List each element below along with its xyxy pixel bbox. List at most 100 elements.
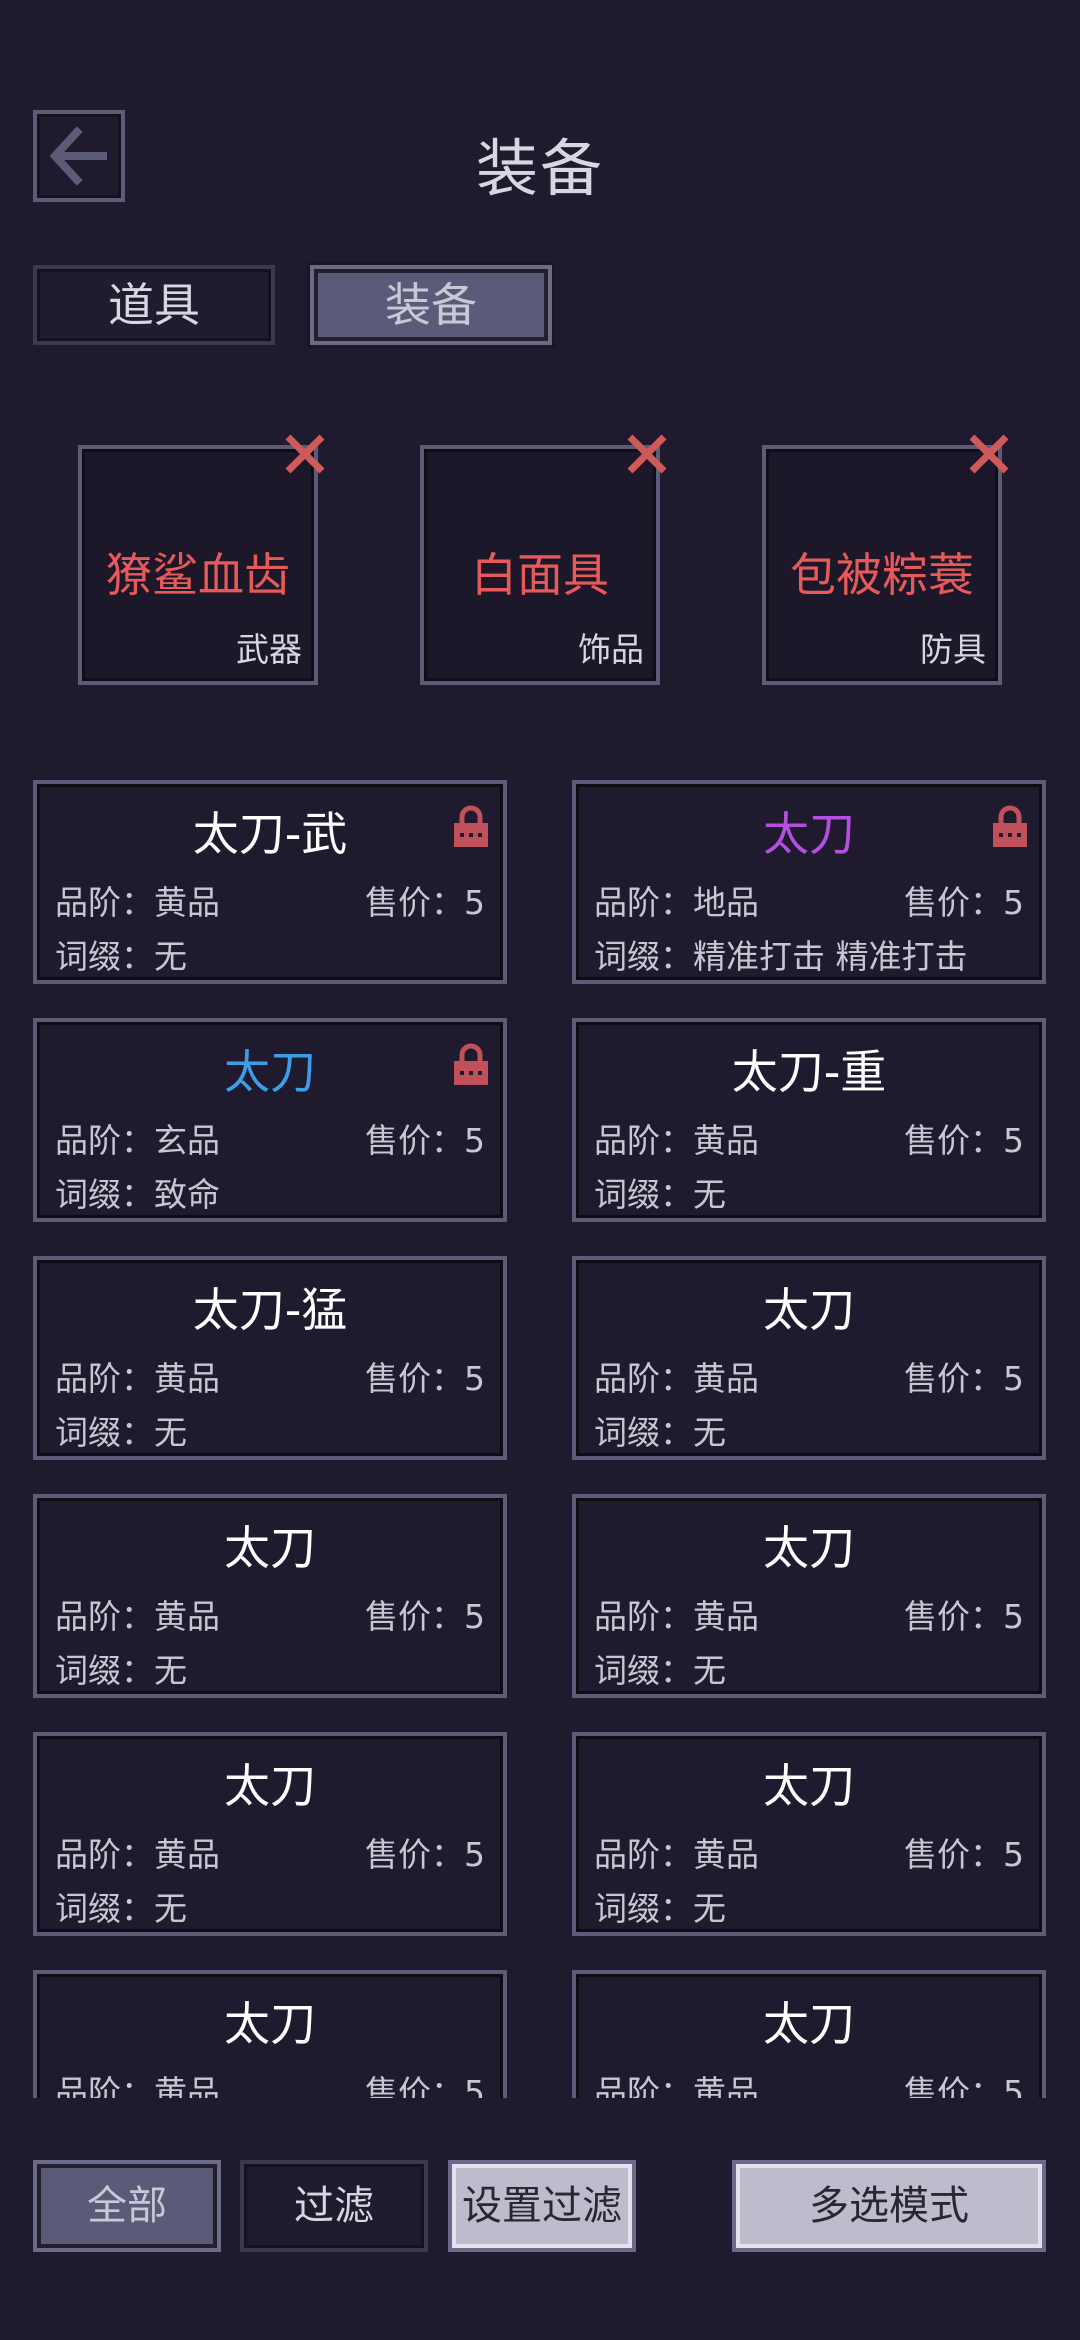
item-affix: 词缀：无 (594, 1406, 726, 1454)
remove-x-icon[interactable] (280, 429, 330, 479)
item-card[interactable]: 太刀 品阶：玄品 售价：5 词缀：致命 (33, 1018, 507, 1222)
set-filter-button[interactable]: 设置过滤 (448, 2160, 636, 2252)
filter-button[interactable]: 过滤 (240, 2160, 428, 2252)
price-label: 售价： (904, 1835, 1003, 1874)
lock-icon[interactable] (451, 804, 491, 848)
affix-value: 无 (154, 1651, 187, 1690)
item-affix: 词缀：无 (594, 1644, 726, 1692)
item-name: 太刀 (224, 1521, 316, 1575)
inventory-grid[interactable]: 太刀-武 品阶：黄品 售价：5 词缀：无 太刀 品阶：地品 售价：5 词缀：精准打击 精准打击… (0, 780, 1080, 2098)
price-value: 5 (464, 1597, 485, 1636)
item-name: 太刀-猛 (192, 1283, 348, 1337)
multiselect-mode-button[interactable]: 多选模式 (732, 2160, 1046, 2252)
affix-value: 无 (154, 937, 187, 976)
tab-equipment[interactable]: 装备 (310, 265, 552, 345)
price-label: 售价： (365, 1835, 464, 1874)
item-card[interactable]: 太刀 品阶：黄品 售价：5 词缀：无 (572, 1256, 1046, 1460)
show-all-button[interactable]: 全部 (33, 2160, 221, 2252)
affix-label: 词缀： (55, 1413, 154, 1452)
item-grade: 品阶：黄品 (55, 1352, 220, 1400)
price-label: 售价： (904, 1597, 1003, 1636)
item-grade: 品阶：黄品 (594, 1114, 759, 1162)
item-grade: 品阶：黄品 (55, 1590, 220, 1638)
tab-items[interactable]: 道具 (33, 265, 275, 345)
item-price: 售价：5 (365, 1590, 485, 1638)
price-value: 5 (464, 1121, 485, 1160)
lock-icon[interactable] (451, 1042, 491, 1086)
item-card[interactable]: 太刀 品阶：地品 售价：5 词缀：精准打击 精准打击 (572, 780, 1046, 984)
grade-label: 品阶： (55, 2073, 154, 2098)
item-name: 太刀 (763, 1997, 855, 2051)
price-value: 5 (1003, 1121, 1024, 1160)
lock-icon[interactable] (990, 804, 1030, 848)
item-name: 太刀 (763, 1521, 855, 1575)
affix-label: 词缀： (594, 1889, 693, 1928)
item-grade: 品阶：黄品 (594, 2066, 759, 2098)
item-grade: 品阶：黄品 (594, 1352, 759, 1400)
item-affix: 词缀：无 (55, 930, 187, 978)
grade-label: 品阶： (594, 1835, 693, 1874)
item-card[interactable]: 太刀-重 品阶：黄品 售价：5 词缀：无 (572, 1018, 1046, 1222)
slot-type-label: 防具 (920, 630, 986, 669)
item-grade: 品阶：玄品 (55, 1114, 220, 1162)
affix-label: 词缀： (55, 1651, 154, 1690)
price-label: 售价： (904, 883, 1003, 922)
equipped-slot-armor[interactable]: 包被粽蓑 防具 (762, 434, 1009, 685)
remove-x-icon[interactable] (622, 429, 672, 479)
item-grade: 品阶：黄品 (55, 2066, 220, 2098)
item-name: 太刀 (763, 1759, 855, 1813)
slot-type-label: 武器 (236, 630, 302, 669)
price-label: 售价： (904, 1359, 1003, 1398)
equipped-slot-weapon[interactable]: 獠鲨血齿 武器 (78, 434, 325, 685)
grade-label: 品阶： (594, 1121, 693, 1160)
item-card[interactable]: 太刀 品阶：黄品 售价：5 (572, 1970, 1046, 2098)
item-grade: 品阶：黄品 (594, 1828, 759, 1876)
grade-value: 玄品 (154, 1121, 220, 1160)
item-price: 售价：5 (365, 1352, 485, 1400)
price-value: 5 (1003, 1835, 1024, 1874)
item-grade: 品阶：地品 (594, 876, 759, 924)
grade-value: 黄品 (693, 2073, 759, 2098)
item-name: 太刀 (763, 1283, 855, 1337)
affix-value: 无 (693, 1413, 726, 1452)
affix-label: 词缀： (594, 1413, 693, 1452)
item-affix: 词缀：精准打击 精准打击 (594, 930, 968, 978)
item-card[interactable]: 太刀 品阶：黄品 售价：5 (33, 1970, 507, 2098)
affix-label: 词缀： (594, 1651, 693, 1690)
grade-label: 品阶： (55, 1835, 154, 1874)
item-affix: 词缀：致命 (55, 1168, 220, 1216)
grade-value: 黄品 (154, 1359, 220, 1398)
item-card[interactable]: 太刀 品阶：黄品 售价：5 词缀：无 (33, 1732, 507, 1936)
price-value: 5 (1003, 2073, 1024, 2098)
price-value: 5 (1003, 883, 1024, 922)
slot-item-name: 白面具 (471, 548, 609, 602)
affix-value: 无 (154, 1889, 187, 1928)
price-label: 售价： (365, 1359, 464, 1398)
item-name: 太刀 (763, 807, 855, 861)
affix-label: 词缀： (594, 1175, 693, 1214)
affix-label: 词缀： (594, 937, 693, 976)
affix-value: 无 (693, 1889, 726, 1928)
item-price: 售价：5 (365, 1828, 485, 1876)
grade-label: 品阶： (55, 1597, 154, 1636)
item-card[interactable]: 太刀 品阶：黄品 售价：5 词缀：无 (572, 1494, 1046, 1698)
price-label: 售价： (365, 883, 464, 922)
item-card[interactable]: 太刀 品阶：黄品 售价：5 词缀：无 (33, 1494, 507, 1698)
equipment-screen: 装备 道具 装备 獠鲨血齿 武器 白面具 饰品 包被粽蓑 防具 太刀-武 品阶：黄… (0, 0, 1080, 2340)
item-price: 售价：5 (365, 1114, 485, 1162)
remove-x-icon[interactable] (964, 429, 1014, 479)
equipped-slot-accessory[interactable]: 白面具 饰品 (420, 434, 667, 685)
item-card[interactable]: 太刀-猛 品阶：黄品 售价：5 词缀：无 (33, 1256, 507, 1460)
item-card[interactable]: 太刀 品阶：黄品 售价：5 词缀：无 (572, 1732, 1046, 1936)
grade-label: 品阶： (594, 883, 693, 922)
affix-value: 致命 (154, 1175, 220, 1214)
grade-value: 黄品 (693, 1597, 759, 1636)
item-price: 售价：5 (904, 1114, 1024, 1162)
grade-value: 黄品 (154, 1835, 220, 1874)
item-price: 售价：5 (365, 2066, 485, 2098)
item-price: 售价：5 (904, 1352, 1024, 1400)
item-card[interactable]: 太刀-武 品阶：黄品 售价：5 词缀：无 (33, 780, 507, 984)
item-affix: 词缀：无 (55, 1882, 187, 1930)
item-grade: 品阶：黄品 (55, 1828, 220, 1876)
slot-item-name: 獠鲨血齿 (106, 548, 290, 602)
